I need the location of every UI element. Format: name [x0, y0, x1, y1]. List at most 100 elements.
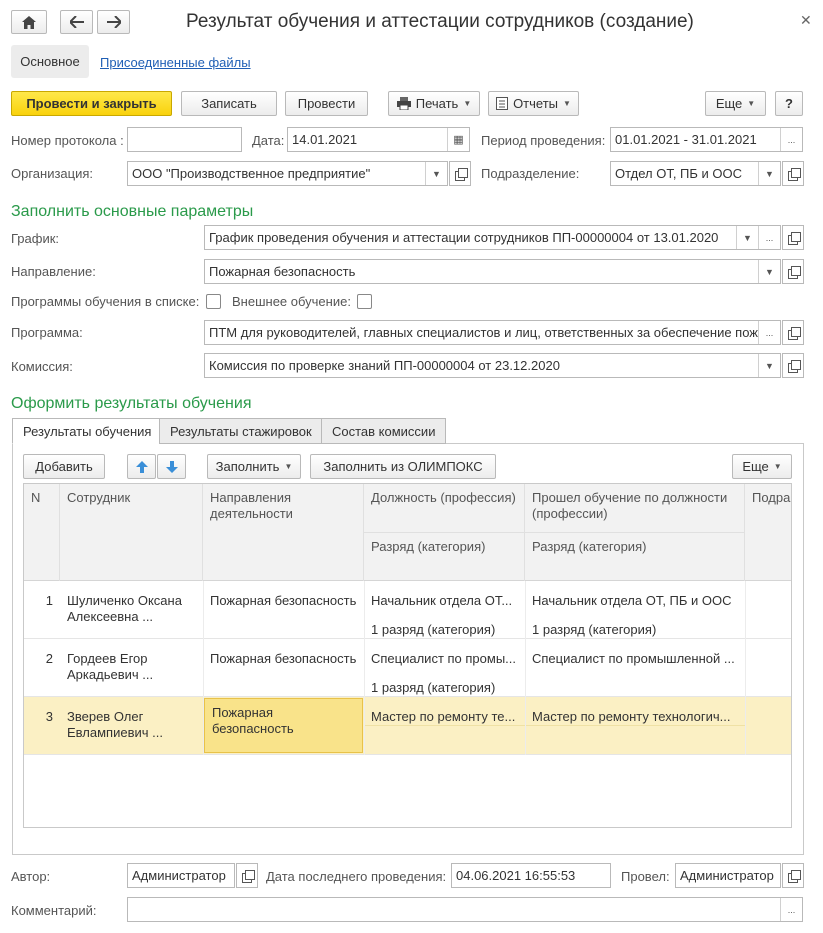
chevron-down-icon[interactable]: ▼ — [758, 260, 780, 283]
programs-in-list-checkbox[interactable] — [206, 294, 221, 309]
reports-button[interactable]: Отчеты ▼ — [488, 91, 579, 116]
ellipsis-icon[interactable]: ... — [758, 226, 780, 249]
last-post-label: Дата последнего проведения: — [266, 869, 447, 884]
ellipsis-icon[interactable]: ... — [780, 128, 802, 151]
arrow-down-icon — [165, 460, 178, 473]
chevron-down-icon[interactable]: ▼ — [758, 162, 780, 185]
move-up-button[interactable] — [127, 454, 156, 479]
author-open-button[interactable] — [236, 863, 258, 888]
cell-trained-rank — [525, 674, 745, 686]
dept-input[interactable]: Отдел ОТ, ПБ и ООС ▼ — [610, 161, 781, 186]
arrow-up-icon — [135, 460, 148, 473]
last-post-input[interactable]: 04.06.2021 16:55:53 — [451, 863, 611, 888]
back-button[interactable] — [60, 10, 93, 34]
calendar-icon[interactable]: ▦ — [447, 128, 469, 151]
chevron-down-icon: ▼ — [773, 462, 782, 471]
org-label: Организация: — [11, 166, 94, 181]
author-value: Администратор — [132, 868, 226, 883]
table-header: N Сотрудник Направления деятельности Дол… — [24, 484, 791, 581]
chevron-down-icon[interactable]: ▼ — [736, 226, 758, 249]
open-icon — [787, 870, 801, 883]
posted-by-input[interactable]: Администратор — [675, 863, 781, 888]
table-row-selected[interactable]: 3 Зверев Олег Евлампиевич ... Пожарная б… — [24, 697, 791, 755]
direction-open-button[interactable] — [782, 259, 804, 284]
org-open-button[interactable] — [449, 161, 471, 186]
period-label: Период проведения: — [481, 133, 606, 148]
table-more-button[interactable]: Еще ▼ — [732, 454, 792, 479]
cell-trained: Начальник отдела ОТ, ПБ и ООС — [532, 593, 732, 608]
chevron-down-icon[interactable]: ▼ — [758, 354, 780, 377]
org-value: ООО "Производственное предприятие" — [132, 166, 371, 181]
cell-n: 3 — [45, 709, 53, 724]
fill-olimpox-button[interactable]: Заполнить из ОЛИМПОКС — [310, 454, 496, 479]
schedule-value: График проведения обучения и аттестации … — [209, 230, 719, 245]
program-value: ПТМ для руководителей, главных специалис… — [209, 325, 758, 340]
tab-main[interactable]: Основное — [11, 45, 89, 78]
posted-by-value: Администратор — [680, 868, 774, 883]
commission-open-button[interactable] — [782, 353, 804, 378]
chevron-down-icon[interactable]: ▼ — [425, 162, 447, 185]
printer-icon — [396, 97, 411, 110]
comment-label: Комментарий: — [11, 903, 97, 918]
org-input[interactable]: ООО "Производственное предприятие" ▼ — [127, 161, 448, 186]
program-label: Программа: — [11, 325, 83, 340]
forward-button[interactable] — [97, 10, 130, 34]
last-post-value: 04.06.2021 16:55:53 — [456, 868, 576, 883]
help-button[interactable]: ? — [775, 91, 803, 116]
post-and-close-button[interactable]: Провести и закрыть — [11, 91, 172, 116]
header-direction: Направления деятельности — [203, 484, 364, 581]
more-button[interactable]: Еще ▼ — [705, 91, 766, 116]
col-divider — [203, 581, 204, 755]
more-label: Еще — [715, 96, 743, 111]
open-icon — [787, 168, 801, 181]
open-icon — [787, 360, 801, 373]
external-training-checkbox[interactable] — [357, 294, 372, 309]
table-row[interactable]: 2 Гордеев Егор Аркадьевич ... Пожарная б… — [24, 639, 791, 697]
protocol-input[interactable] — [127, 127, 242, 152]
header-position-rank: Разряд (категория) — [364, 533, 525, 581]
tab-training-results[interactable]: Результаты обучения — [12, 418, 163, 444]
date-label: Дата: — [252, 133, 285, 148]
schedule-input[interactable]: График проведения обучения и аттестации … — [204, 225, 781, 250]
schedule-open-button[interactable] — [782, 225, 804, 250]
col-divider — [525, 581, 526, 755]
dept-open-button[interactable] — [782, 161, 804, 186]
arrow-right-icon — [106, 16, 121, 28]
save-button[interactable]: Записать — [181, 91, 277, 116]
header-trained: Прошел обучение по должности (профессии) — [525, 484, 745, 533]
direction-input[interactable]: Пожарная безопасность ▼ — [204, 259, 781, 284]
print-button[interactable]: Печать ▼ — [388, 91, 480, 116]
commission-label: Комиссия: — [11, 359, 73, 374]
program-input[interactable]: ПТМ для руководителей, главных специалис… — [204, 320, 781, 345]
chevron-down-icon: ▼ — [284, 462, 293, 471]
header-position: Должность (профессия) — [364, 484, 525, 533]
tab-internship-results[interactable]: Результаты стажировок — [159, 418, 323, 444]
date-input[interactable]: 14.01.2021 ▦ — [287, 127, 470, 152]
cell-position: Специалист по промы... — [371, 651, 517, 666]
author-input[interactable]: Администратор — [127, 863, 235, 888]
cell-trained: Специалист по промышленной ... — [532, 651, 735, 666]
home-button[interactable] — [11, 10, 47, 34]
cell-direction: Пожарная безопасность — [210, 593, 357, 608]
move-down-button[interactable] — [157, 454, 186, 479]
tab-attached-files[interactable]: Присоединенные файлы — [100, 55, 251, 70]
post-button[interactable]: Провести — [285, 91, 368, 116]
direction-label: Направление: — [11, 264, 96, 279]
tab-commission-members[interactable]: Состав комиссии — [321, 418, 447, 444]
cell-direction: Пожарная безопасность — [210, 651, 357, 666]
direction-value: Пожарная безопасность — [209, 264, 356, 279]
fill-button[interactable]: Заполнить ▼ — [207, 454, 301, 479]
ellipsis-icon[interactable]: ... — [780, 898, 802, 921]
col-divider — [364, 581, 365, 755]
add-row-button[interactable]: Добавить — [23, 454, 105, 479]
cell-direction-current[interactable]: Пожарная безопасность — [204, 698, 363, 753]
program-open-button[interactable] — [782, 320, 804, 345]
table-row[interactable]: 1 Шуличенко Оксана Алексеевна ... Пожарн… — [24, 581, 791, 639]
comment-input[interactable]: ... — [127, 897, 803, 922]
ellipsis-icon[interactable]: ... — [758, 321, 780, 344]
arrow-left-icon — [69, 16, 84, 28]
period-input[interactable]: 01.01.2021 - 31.01.2021 ... — [610, 127, 803, 152]
posted-by-open-button[interactable] — [782, 863, 804, 888]
commission-input[interactable]: Комиссия по проверке знаний ПП-00000004 … — [204, 353, 781, 378]
close-icon[interactable]: ✕ — [800, 12, 812, 29]
